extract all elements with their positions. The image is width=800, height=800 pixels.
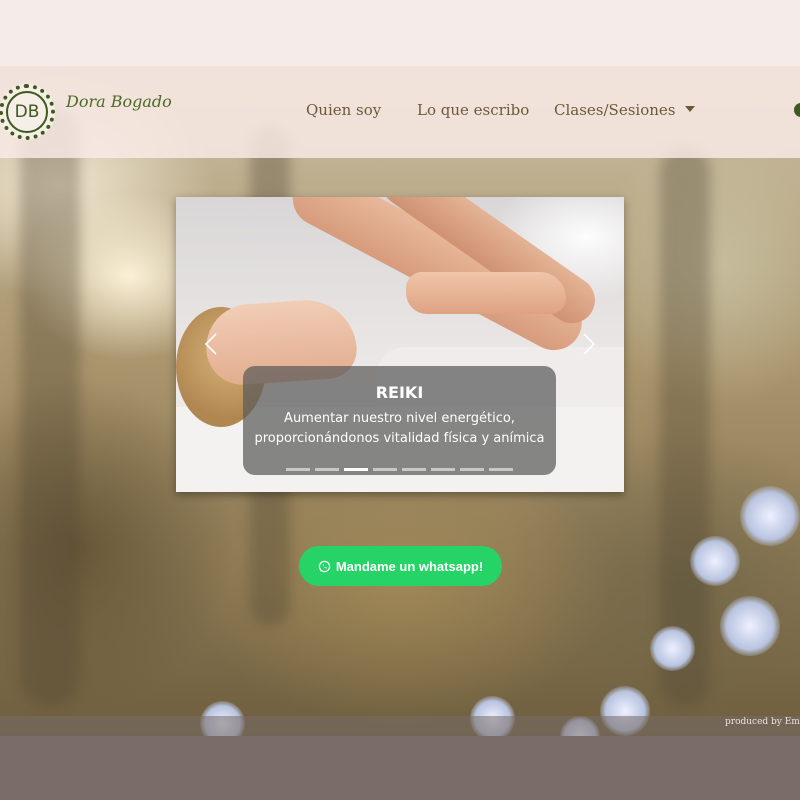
carousel-indicator[interactable] bbox=[315, 468, 339, 471]
carousel-caption: REIKI Aumentar nuestro nivel energético,… bbox=[243, 366, 556, 475]
chevron-right-icon[interactable] bbox=[582, 332, 596, 356]
carousel-indicator[interactable] bbox=[286, 468, 310, 471]
slide-text: Aumentar nuestro nivel energético, propo… bbox=[254, 411, 545, 446]
logo-initials: DB bbox=[14, 102, 40, 122]
carousel-indicator[interactable] bbox=[431, 468, 455, 471]
logo[interactable]: DB bbox=[0, 84, 55, 140]
nav-item-label: Lo que escribo bbox=[417, 101, 530, 119]
whatsapp-button-label: Mandame un whatsapp! bbox=[335, 558, 484, 574]
nav-item-quien-soy[interactable]: Quien soy bbox=[306, 101, 381, 119]
carousel-indicator[interactable] bbox=[489, 468, 513, 471]
produced-by-credit[interactable]: produced by Emm bbox=[725, 717, 800, 727]
carousel-indicator[interactable] bbox=[460, 468, 484, 471]
nav-item-clases-sesiones[interactable]: Clases/Sesiones bbox=[554, 101, 696, 119]
carousel-indicators bbox=[286, 468, 513, 471]
whatsapp-button[interactable]: Mandame un whatsapp! bbox=[299, 546, 502, 586]
nav-item-label: Clases/Sesiones bbox=[554, 101, 676, 119]
chevron-left-icon[interactable] bbox=[204, 332, 218, 356]
caret-down-icon bbox=[685, 106, 696, 112]
carousel-indicator[interactable] bbox=[373, 468, 397, 471]
nav-item-label: Quien soy bbox=[306, 101, 382, 119]
bottom-band bbox=[0, 736, 800, 800]
top-band bbox=[0, 0, 800, 66]
carousel-indicator[interactable] bbox=[402, 468, 426, 471]
footer-bar bbox=[0, 716, 800, 736]
slide-title: REIKI bbox=[375, 383, 424, 402]
brand-name[interactable]: Dora Bogado bbox=[66, 92, 172, 111]
carousel-indicator[interactable] bbox=[344, 468, 368, 471]
nav-item-lo-que-escribo[interactable]: Lo que escribo bbox=[417, 101, 529, 119]
whatsapp-icon bbox=[318, 560, 331, 572]
